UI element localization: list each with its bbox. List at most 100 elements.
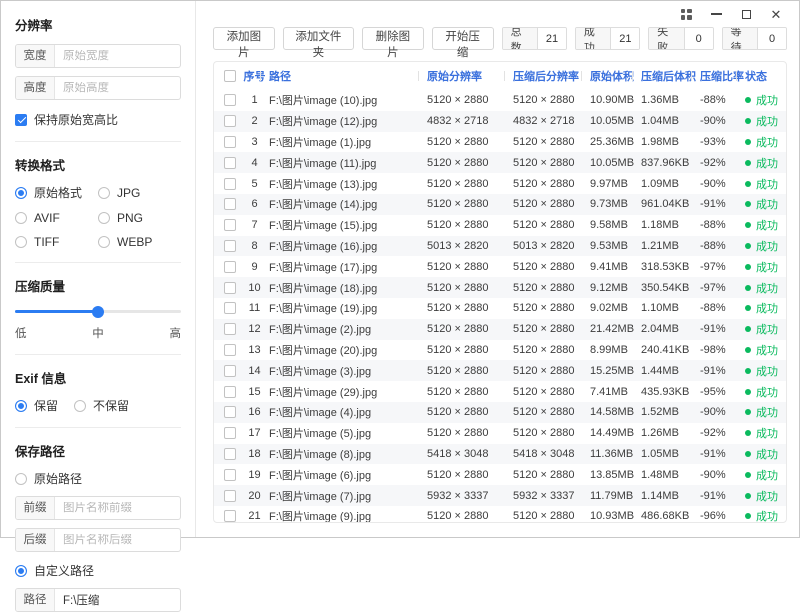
cell-status: 成功 <box>745 467 786 483</box>
row-checkbox[interactable] <box>224 386 236 398</box>
original-path-radio-row[interactable]: 原始路径 <box>15 470 181 487</box>
table-row[interactable]: 8F:\图片\image (16).jpg5013 × 28205013 × 2… <box>214 236 786 257</box>
cell-compressed-size: 1.52MB <box>641 406 700 418</box>
row-checkbox[interactable] <box>224 323 236 335</box>
cell-index: 12 <box>240 323 269 335</box>
radio-icon[interactable] <box>15 400 27 412</box>
row-checkbox-cell <box>214 469 240 481</box>
radio-icon[interactable] <box>15 187 27 199</box>
toolbar-button-开始压缩[interactable]: 开始压缩 <box>432 27 494 50</box>
quality-slider[interactable] <box>15 305 181 318</box>
row-checkbox[interactable] <box>224 115 236 127</box>
toolbar-button-删除图片[interactable]: 删除图片 <box>362 27 424 50</box>
layout-grid-icon[interactable] <box>671 3 701 25</box>
table-row[interactable]: 9F:\图片\image (17).jpg5120 × 28805120 × 2… <box>214 256 786 277</box>
cell-compressed-resolution: 5120 × 2880 <box>513 136 590 148</box>
cell-ratio: -91% <box>700 490 745 502</box>
format-radio-AVIF[interactable]: AVIF <box>15 211 98 225</box>
height-input[interactable] <box>55 82 180 94</box>
row-checkbox[interactable] <box>224 198 236 210</box>
row-checkbox[interactable] <box>224 178 236 190</box>
prefix-input[interactable] <box>55 502 180 514</box>
row-checkbox[interactable] <box>224 94 236 106</box>
table-row[interactable]: 12F:\图片\image (2).jpg5120 × 28805120 × 2… <box>214 319 786 340</box>
custom-path-radio[interactable] <box>15 565 27 577</box>
table-row[interactable]: 15F:\图片\image (29).jpg5120 × 28805120 × … <box>214 381 786 402</box>
format-radio-WEBP[interactable]: WEBP <box>98 235 181 249</box>
width-input[interactable] <box>55 50 180 62</box>
row-checkbox[interactable] <box>224 261 236 273</box>
radio-icon[interactable] <box>74 400 86 412</box>
stat-group-等待: 等待0 <box>722 27 787 50</box>
table-row[interactable]: 13F:\图片\image (20).jpg5120 × 28805120 × … <box>214 340 786 361</box>
keep-aspect-ratio-checkbox-row[interactable]: 保持原始宽高比 <box>15 111 181 128</box>
toolbar-button-添加文件夹[interactable]: 添加文件夹 <box>283 27 354 50</box>
radio-icon[interactable] <box>15 212 27 224</box>
cell-index: 7 <box>240 219 269 231</box>
original-path-radio[interactable] <box>15 473 27 485</box>
table-row[interactable]: 17F:\图片\image (5).jpg5120 × 28805120 × 2… <box>214 423 786 444</box>
row-checkbox[interactable] <box>224 469 236 481</box>
minimize-button[interactable] <box>701 3 731 25</box>
stat-value: 0 <box>758 28 786 49</box>
row-checkbox[interactable] <box>224 344 236 356</box>
row-checkbox[interactable] <box>224 490 236 502</box>
table-row[interactable]: 16F:\图片\image (4).jpg5120 × 28805120 × 2… <box>214 402 786 423</box>
table-row[interactable]: 11F:\图片\image (19).jpg5120 × 28805120 × … <box>214 298 786 319</box>
table-row[interactable]: 5F:\图片\image (13).jpg5120 × 28805120 × 2… <box>214 173 786 194</box>
table-row[interactable]: 2F:\图片\image (12).jpg4832 × 27184832 × 2… <box>214 111 786 132</box>
table-row[interactable]: 18F:\图片\image (8).jpg5418 × 30485418 × 3… <box>214 444 786 465</box>
exif-radio-不保留[interactable]: 不保留 <box>74 397 129 414</box>
table-row[interactable]: 1F:\图片\image (10).jpg5120 × 28805120 × 2… <box>214 90 786 111</box>
path-input[interactable] <box>55 594 180 606</box>
suffix-input[interactable] <box>55 534 180 546</box>
table-row[interactable]: 4F:\图片\image (11).jpg5120 × 28805120 × 2… <box>214 152 786 173</box>
close-button[interactable]: ✕ <box>761 3 791 25</box>
row-checkbox[interactable] <box>224 448 236 460</box>
row-checkbox-cell <box>214 136 240 148</box>
toolbar-button-添加图片[interactable]: 添加图片 <box>213 27 275 50</box>
height-field-group: 高度 <box>15 76 181 100</box>
maximize-button[interactable] <box>731 3 761 25</box>
row-checkbox-cell <box>214 490 240 502</box>
row-checkbox[interactable] <box>224 406 236 418</box>
row-checkbox[interactable] <box>224 282 236 294</box>
cell-status: 成功 <box>745 384 786 400</box>
cell-status: 成功 <box>745 196 786 212</box>
row-checkbox[interactable] <box>224 365 236 377</box>
table-row[interactable]: 19F:\图片\image (6).jpg5120 × 28805120 × 2… <box>214 464 786 485</box>
radio-icon[interactable] <box>98 236 110 248</box>
format-radio-TIFF[interactable]: TIFF <box>15 235 98 249</box>
row-checkbox[interactable] <box>224 427 236 439</box>
row-checkbox[interactable] <box>224 240 236 252</box>
table-row[interactable]: 20F:\图片\image (7).jpg5932 × 33375932 × 3… <box>214 485 786 506</box>
row-checkbox-cell <box>214 510 240 522</box>
table-row[interactable]: 7F:\图片\image (15).jpg5120 × 28805120 × 2… <box>214 215 786 236</box>
slider-thumb[interactable] <box>92 306 104 318</box>
cell-compressed-size: 2.04MB <box>641 323 700 335</box>
table-row[interactable]: 6F:\图片\image (14).jpg5120 × 28805120 × 2… <box>214 194 786 215</box>
table-row[interactable]: 14F:\图片\image (3).jpg5120 × 28805120 × 2… <box>214 360 786 381</box>
format-radio-JPG[interactable]: JPG <box>98 184 181 201</box>
row-checkbox[interactable] <box>224 302 236 314</box>
format-radio-PNG[interactable]: PNG <box>98 211 181 225</box>
cell-original-resolution: 5120 × 2880 <box>427 510 513 522</box>
exif-radio-保留[interactable]: 保留 <box>15 397 58 414</box>
row-checkbox[interactable] <box>224 136 236 148</box>
format-radio-原始格式[interactable]: 原始格式 <box>15 184 98 201</box>
cell-original-resolution: 5120 × 2880 <box>427 469 513 481</box>
cell-original-resolution: 5120 × 2880 <box>427 323 513 335</box>
width-field-label: 宽度 <box>16 45 55 67</box>
table-row[interactable]: 21F:\图片\image (9).jpg5120 × 28805120 × 2… <box>214 506 786 523</box>
custom-path-radio-row[interactable]: 自定义路径 <box>15 562 181 579</box>
table-row[interactable]: 10F:\图片\image (18).jpg5120 × 28805120 × … <box>214 277 786 298</box>
select-all-checkbox[interactable] <box>224 70 236 82</box>
row-checkbox[interactable] <box>224 510 236 522</box>
row-checkbox[interactable] <box>224 219 236 231</box>
radio-icon[interactable] <box>98 187 110 199</box>
radio-icon[interactable] <box>15 236 27 248</box>
table-row[interactable]: 3F:\图片\image (1).jpg5120 × 28805120 × 28… <box>214 132 786 153</box>
keep-aspect-ratio-checkbox[interactable] <box>15 114 27 126</box>
row-checkbox[interactable] <box>224 157 236 169</box>
radio-icon[interactable] <box>98 212 110 224</box>
